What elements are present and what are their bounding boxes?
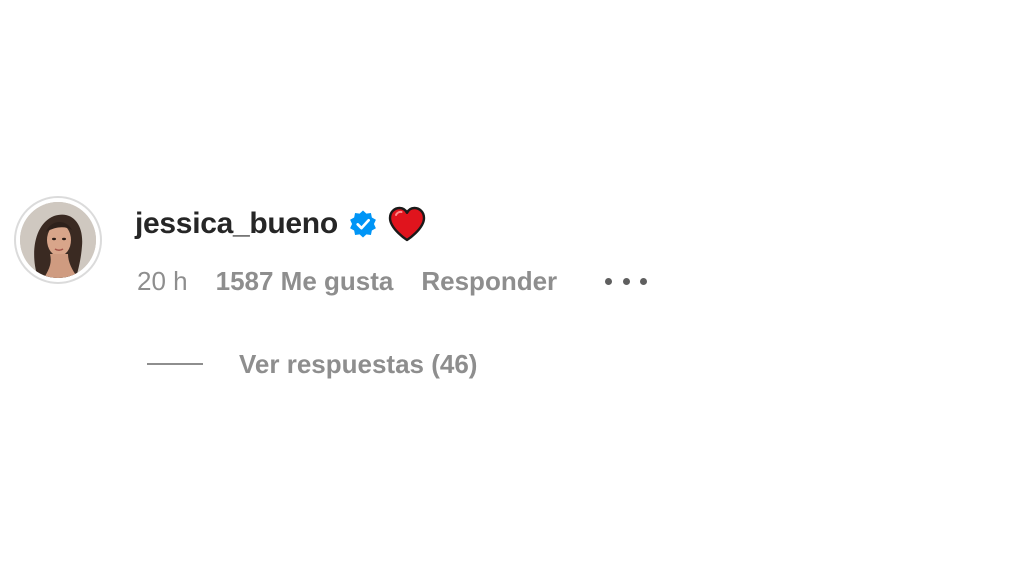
more-dot (605, 277, 613, 285)
more-dot (622, 277, 630, 285)
view-replies-label: Ver respuestas (46) (239, 348, 478, 379)
comment-header: jessica_bueno (135, 203, 426, 245)
comment-screen: jessica_bueno 20 h 1587 Me gusta Respond… (0, 0, 1024, 576)
view-replies-button[interactable]: Ver respuestas (46) (147, 346, 477, 382)
comment-timestamp: 20 h (137, 265, 188, 296)
comment-meta: 20 h 1587 Me gusta Responder (137, 264, 648, 298)
reply-button[interactable]: Responder (421, 266, 557, 297)
avatar[interactable] (14, 196, 102, 284)
username-link[interactable]: jessica_bueno (135, 207, 338, 241)
more-options-icon[interactable] (605, 271, 648, 291)
avatar-photo (20, 202, 96, 278)
more-dot (640, 277, 648, 285)
red-heart-emoji-icon (388, 206, 426, 242)
profile-photo-icon (20, 202, 96, 278)
replies-divider-line (147, 363, 203, 365)
verified-badge-icon (348, 209, 378, 239)
likes-count-link[interactable]: 1587 Me gusta (216, 266, 394, 297)
